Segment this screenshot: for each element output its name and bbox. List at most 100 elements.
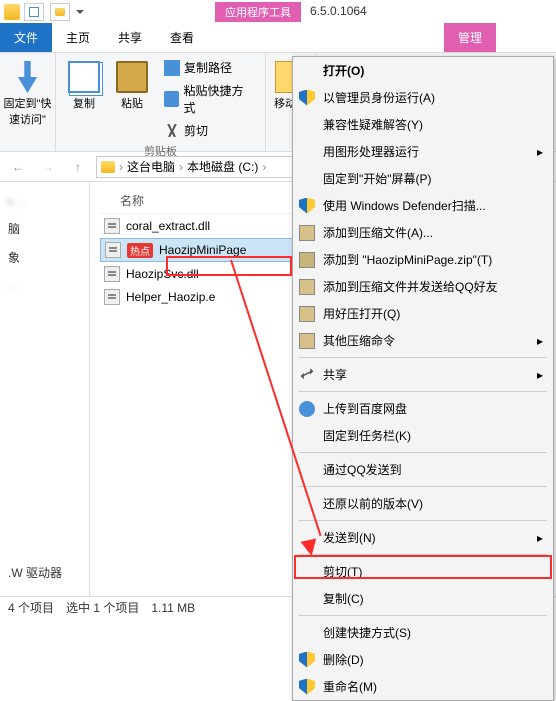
menu-item-label: 用图形处理器运行 [323, 143, 419, 160]
menu-item-label: 复制(C) [323, 590, 364, 607]
crumb-this-pc[interactable]: 这台电脑 [127, 158, 175, 175]
folder-icon [4, 4, 20, 20]
chevron-right-icon: › [262, 160, 266, 174]
menu-item-label: 以管理员身份运行(A) [323, 89, 435, 106]
qat-new-folder[interactable] [50, 3, 70, 21]
status-size: 1.11 MB [151, 601, 195, 615]
menu-item[interactable]: 兼容性疑难解答(Y) [293, 111, 553, 138]
nav-back-button[interactable]: ← [6, 155, 30, 179]
menu-item[interactable]: 上传到百度网盘 [293, 395, 553, 422]
menu-item-label: 用好压打开(Q) [323, 305, 400, 322]
copy-button[interactable]: 复制 [64, 57, 104, 141]
menu-item[interactable]: 还原以前的版本(V) [293, 490, 553, 517]
tab-file[interactable]: 文件 [0, 23, 52, 52]
nav-item[interactable]: ▸ ... [6, 188, 83, 214]
menu-separator [299, 554, 547, 555]
menu-item[interactable]: 发送到(N)▸ [293, 524, 553, 551]
copy-icon [68, 61, 100, 93]
menu-item[interactable]: 添加到压缩文件并发送给QQ好友 [293, 273, 553, 300]
folder-icon [101, 161, 115, 173]
hot-badge: 热点 [127, 243, 153, 258]
status-selection: 选中 1 个项目 [66, 599, 139, 616]
menu-item[interactable]: 通过QQ发送到 [293, 456, 553, 483]
paste-button[interactable]: 粘贴 [112, 57, 152, 141]
tab-view[interactable]: 查看 [156, 23, 208, 52]
paste-shortcut-label: 粘贴快捷方式 [183, 82, 253, 116]
pin-icon [12, 61, 44, 93]
menu-item[interactable]: 重命名(M) [293, 673, 553, 700]
menu-item[interactable]: 固定到任务栏(K) [293, 422, 553, 449]
share-icon [299, 367, 315, 383]
menu-item[interactable]: 创建快捷方式(S) [293, 619, 553, 646]
pin-label: 固定到"快速访问" [4, 95, 52, 127]
menu-item[interactable]: 打开(O) [293, 57, 553, 84]
menu-item[interactable]: 其他压缩命令▸ [293, 327, 553, 354]
link-icon [164, 91, 179, 107]
nav-item-obj[interactable]: 象 [6, 243, 83, 272]
menu-item-label: 删除(D) [323, 651, 364, 668]
cut-button[interactable]: 剪切 [160, 120, 257, 141]
status-item-count: 4 个项目 [8, 599, 54, 616]
menu-item-label: 上传到百度网盘 [323, 400, 407, 417]
menu-item-label: 添加到压缩文件并发送给QQ好友 [323, 278, 498, 295]
menu-item[interactable]: 复制(C) [293, 585, 553, 612]
menu-item[interactable]: 添加到 "HaozipMiniPage.zip"(T) [293, 246, 553, 273]
tab-home[interactable]: 主页 [52, 23, 104, 52]
nav-item-pc[interactable]: 脑 [6, 214, 83, 243]
nav-forward-button[interactable]: → [36, 155, 60, 179]
menu-item[interactable]: 使用 Windows Defender扫描... [293, 192, 553, 219]
paste-label: 粘贴 [121, 95, 143, 111]
menu-item-label: 通过QQ发送到 [323, 461, 402, 478]
qat-properties[interactable] [24, 3, 44, 21]
file-name: HaozipMiniPage [159, 243, 246, 257]
menu-separator [299, 452, 547, 453]
crumb-drive-c[interactable]: 本地磁盘 (C:) [187, 158, 258, 175]
file-name: HaozipSvc.dll [126, 267, 199, 281]
archive-icon [299, 279, 315, 295]
tab-manage[interactable]: 管理 [444, 23, 496, 52]
nav-up-button[interactable]: ↑ [66, 155, 90, 179]
chevron-right-icon: › [179, 160, 183, 174]
copy-path-label: 复制路径 [184, 59, 232, 76]
shield-icon [299, 90, 315, 106]
menu-item[interactable]: 用好压打开(Q) [293, 300, 553, 327]
file-icon [105, 242, 121, 258]
menu-item[interactable]: 以管理员身份运行(A) [293, 84, 553, 111]
quick-access-toolbar [24, 3, 84, 21]
navigation-pane[interactable]: ▸ ... 脑 象 ... .W 驱动器 [0, 182, 90, 600]
menu-separator [299, 486, 547, 487]
menu-item[interactable]: 共享 ▸ [293, 361, 553, 388]
shield-icon [299, 652, 315, 668]
archive-icon [299, 333, 315, 349]
file-name: Helper_Haozip.e [126, 290, 215, 304]
file-icon [104, 218, 120, 234]
copy-label: 复制 [73, 95, 95, 111]
menu-item-label: 剪切(T) [323, 563, 362, 580]
menu-item[interactable]: 用图形处理器运行 ▸ [293, 138, 553, 165]
menu-item-label: 发送到(N) [323, 529, 376, 546]
menu-item-label: 共享 [323, 366, 347, 383]
chevron-right-icon: ▸ [537, 368, 543, 382]
menu-item-label: 固定到任务栏(K) [323, 427, 411, 444]
nav-item-drive[interactable]: .W 驱动器 [6, 558, 83, 587]
cut-label: 剪切 [184, 122, 208, 139]
menu-item[interactable]: 剪切(T) [293, 558, 553, 585]
context-tab-label: 应用程序工具 [215, 2, 301, 22]
pin-to-quick-access-button[interactable]: 固定到"快速访问" [0, 57, 56, 131]
menu-item[interactable]: 固定到"开始"屏幕(P) [293, 165, 553, 192]
tab-share[interactable]: 共享 [104, 23, 156, 52]
qat-dropdown-icon[interactable] [76, 10, 84, 14]
menu-item-label: 打开(O) [323, 62, 364, 79]
menu-item-label: 重命名(M) [323, 678, 377, 695]
menu-separator [299, 520, 547, 521]
menu-item[interactable]: 添加到压缩文件(A)... [293, 219, 553, 246]
menu-item[interactable]: 删除(D) [293, 646, 553, 673]
ribbon-tabs: 文件 主页 共享 查看 管理 [0, 24, 556, 52]
nav-item[interactable]: ... [6, 272, 83, 298]
menu-item-label: 还原以前的版本(V) [323, 495, 423, 512]
chevron-right-icon: ▸ [537, 145, 543, 159]
copy-path-button[interactable]: 复制路径 [160, 57, 257, 78]
context-menu: 打开(O) 以管理员身份运行(A) 兼容性疑难解答(Y) 用图形处理器运行 ▸ 固定到"开… [292, 56, 554, 701]
menu-item-label: 创建快捷方式(S) [323, 624, 411, 641]
paste-shortcut-button[interactable]: 粘贴快捷方式 [160, 80, 257, 118]
